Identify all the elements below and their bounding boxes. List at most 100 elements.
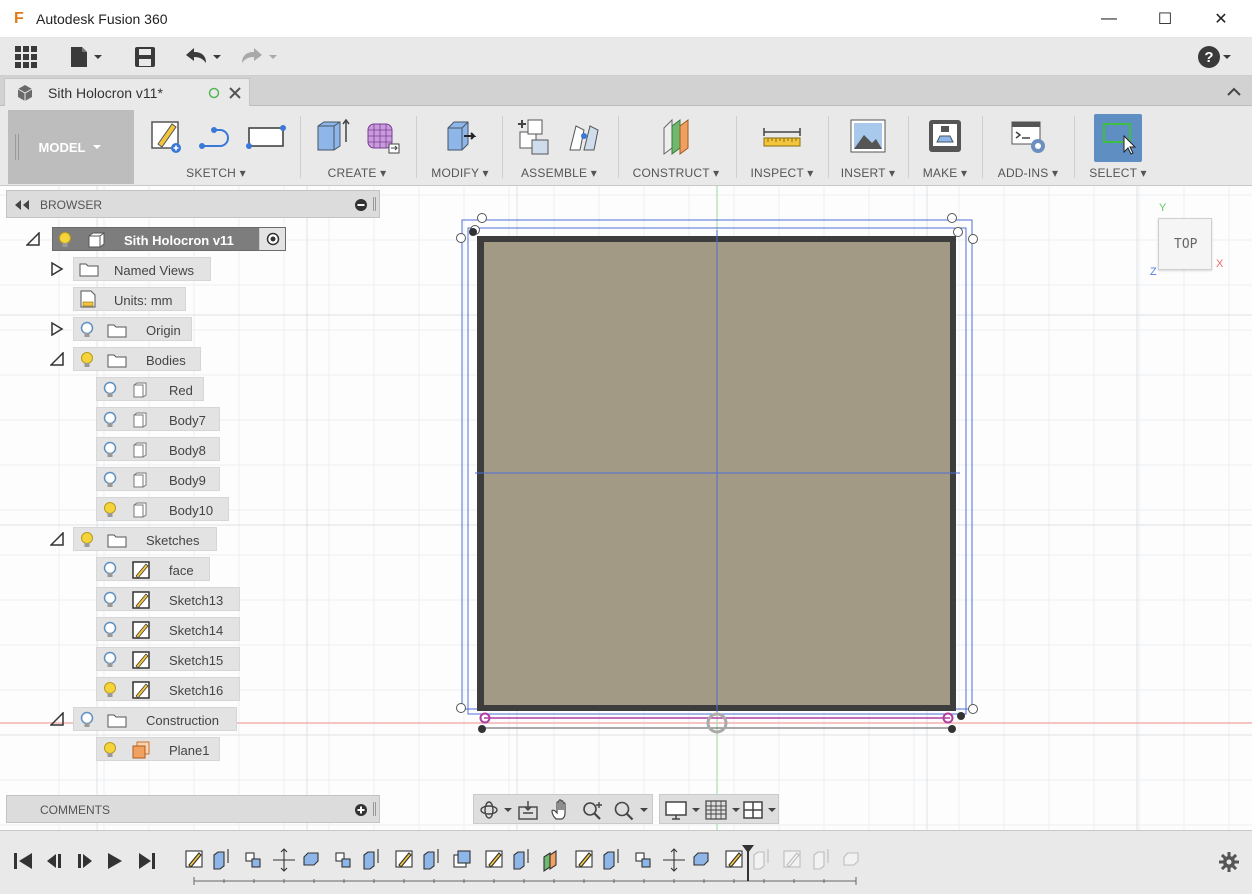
- select-group[interactable]: SELECT ▾: [1078, 110, 1158, 184]
- sketch-group-label[interactable]: SKETCH ▾: [140, 166, 292, 180]
- lightbulb-off-icon[interactable]: [103, 381, 117, 399]
- press-pull-icon[interactable]: [440, 116, 480, 156]
- display-settings-icon[interactable]: [664, 799, 702, 821]
- lightbulb-on-icon[interactable]: [58, 231, 72, 249]
- inspect-group[interactable]: INSPECT ▾: [740, 110, 824, 184]
- browser-node-body[interactable]: Body10: [96, 497, 229, 521]
- lightbulb-on-icon[interactable]: [103, 501, 117, 519]
- form-icon[interactable]: [362, 116, 402, 156]
- lightbulb-off-icon[interactable]: [103, 441, 117, 459]
- zoom-icon[interactable]: [580, 799, 606, 821]
- viewports-icon[interactable]: [742, 799, 778, 821]
- browser-node-plane[interactable]: Plane1: [96, 737, 220, 761]
- browser-node-origin[interactable]: Origin: [73, 317, 192, 341]
- save-button[interactable]: [134, 44, 156, 70]
- lightbulb-off-icon[interactable]: [103, 411, 117, 429]
- undo-button[interactable]: [182, 44, 226, 70]
- activate-radio[interactable]: [259, 228, 285, 250]
- comments-panel[interactable]: COMMENTS: [6, 795, 380, 823]
- browser-node-sketch[interactable]: Sketch14: [96, 617, 240, 641]
- lightbulb-on-icon[interactable]: [80, 351, 94, 369]
- lightbulb-off-icon[interactable]: [103, 561, 117, 579]
- browser-node-named-views[interactable]: Named Views: [73, 257, 211, 281]
- make-group-label[interactable]: MAKE ▾: [912, 166, 978, 180]
- panel-splitter[interactable]: [373, 197, 376, 211]
- lightbulb-off-icon[interactable]: [103, 621, 117, 639]
- extrude-icon[interactable]: [312, 116, 352, 156]
- look-at-icon[interactable]: [516, 799, 540, 821]
- lightbulb-off-icon[interactable]: [80, 711, 94, 729]
- close-button[interactable]: ✕: [1198, 4, 1244, 34]
- minimize-button[interactable]: —: [1086, 4, 1132, 34]
- timeline-step-back-icon[interactable]: [44, 851, 66, 871]
- lightbulb-off-icon[interactable]: [80, 321, 94, 339]
- browser-node-bodies[interactable]: Bodies: [73, 347, 201, 371]
- orbit-icon[interactable]: [478, 799, 514, 821]
- file-menu-button[interactable]: [68, 44, 108, 70]
- browser-node-body[interactable]: Body9: [96, 467, 220, 491]
- browser-node-sketches[interactable]: Sketches: [73, 527, 217, 551]
- browser-panel-header[interactable]: BROWSER: [6, 190, 380, 218]
- browser-node-body[interactable]: Body8: [96, 437, 220, 461]
- add-ins-group-label[interactable]: ADD-INS ▾: [986, 166, 1070, 180]
- view-cube-face[interactable]: TOP: [1158, 218, 1212, 270]
- timeline-features[interactable]: [180, 843, 880, 887]
- assemble-group[interactable]: ASSEMBLE ▾: [506, 110, 612, 184]
- insert-group[interactable]: INSERT ▾: [832, 110, 904, 184]
- add-comment-icon[interactable]: [354, 803, 368, 817]
- browser-root-node[interactable]: Sith Holocron v11: [52, 227, 286, 251]
- modify-group-label[interactable]: MODIFY ▾: [420, 166, 500, 180]
- redo-button[interactable]: [236, 44, 280, 70]
- document-tab[interactable]: Sith Holocron v11*: [4, 78, 250, 106]
- sketch-group[interactable]: SKETCH ▾: [140, 110, 292, 184]
- timeline-play-icon[interactable]: [74, 851, 96, 871]
- scripts-icon[interactable]: [1008, 116, 1048, 156]
- rectangle-sketch-icon[interactable]: [246, 116, 286, 156]
- minus-circle-icon[interactable]: [354, 198, 368, 212]
- collapsed-triangle-icon[interactable]: [50, 262, 64, 276]
- add-ins-group[interactable]: ADD-INS ▾: [986, 110, 1070, 184]
- collapsed-triangle-icon[interactable]: [50, 322, 64, 336]
- assemble-group-label[interactable]: ASSEMBLE ▾: [506, 166, 612, 180]
- lightbulb-on-icon[interactable]: [103, 681, 117, 699]
- fit-zoom-icon[interactable]: [612, 799, 650, 821]
- pan-hand-icon[interactable]: [550, 799, 572, 821]
- expanded-triangle-icon[interactable]: [50, 712, 64, 726]
- insert-image-icon[interactable]: [848, 116, 888, 156]
- timeline-end-icon[interactable]: [136, 851, 158, 871]
- browser-node-units[interactable]: Units: mm: [73, 287, 186, 311]
- select-group-label[interactable]: SELECT ▾: [1078, 166, 1158, 180]
- timeline-settings-gear-icon[interactable]: [1218, 851, 1240, 873]
- 3d-print-icon[interactable]: [925, 116, 965, 156]
- collapse-ribbon-icon[interactable]: [1226, 84, 1242, 98]
- create-sketch-icon[interactable]: [146, 116, 186, 156]
- measure-icon[interactable]: [762, 116, 802, 156]
- create-group-label[interactable]: CREATE ▾: [304, 166, 410, 180]
- expanded-triangle-icon[interactable]: [50, 532, 64, 546]
- modify-group[interactable]: MODIFY ▾: [420, 110, 500, 184]
- browser-node-body[interactable]: Body7: [96, 407, 220, 431]
- arc-sketch-icon[interactable]: [196, 116, 236, 156]
- joint-icon[interactable]: [564, 116, 604, 156]
- browser-node-body[interactable]: Red: [96, 377, 204, 401]
- browser-node-sketch[interactable]: face: [96, 557, 210, 581]
- inspect-group-label[interactable]: INSPECT ▾: [740, 166, 824, 180]
- create-group[interactable]: CREATE ▾: [304, 110, 410, 184]
- lightbulb-off-icon[interactable]: [103, 471, 117, 489]
- view-cube[interactable]: TOP Y X Z: [1150, 200, 1230, 280]
- grid-settings-icon[interactable]: [704, 799, 742, 821]
- maximize-button[interactable]: ☐: [1142, 4, 1188, 34]
- browser-node-sketch[interactable]: Sketch16: [96, 677, 240, 701]
- lightbulb-on-icon[interactable]: [80, 531, 94, 549]
- data-panel-button[interactable]: [14, 44, 38, 70]
- expanded-triangle-icon[interactable]: [26, 232, 40, 246]
- timeline-step-forward-icon[interactable]: [104, 851, 126, 871]
- workspace-switcher[interactable]: MODEL: [8, 110, 134, 184]
- make-group[interactable]: MAKE ▾: [912, 110, 978, 184]
- panel-splitter[interactable]: [373, 802, 376, 816]
- lightbulb-on-icon[interactable]: [103, 741, 117, 759]
- help-button[interactable]: ?: [1198, 44, 1234, 70]
- expanded-triangle-icon[interactable]: [50, 352, 64, 366]
- browser-node-sketch[interactable]: Sketch15: [96, 647, 240, 671]
- close-tab-icon[interactable]: [228, 86, 242, 100]
